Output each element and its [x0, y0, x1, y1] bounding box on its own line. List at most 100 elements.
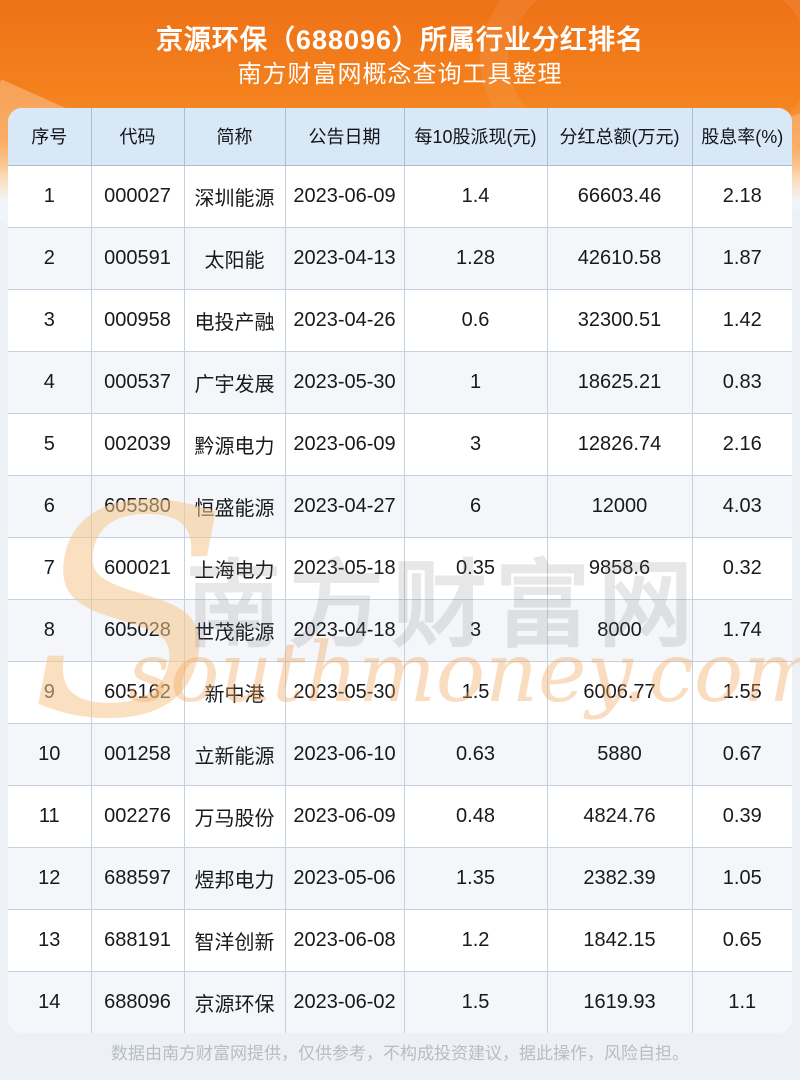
table-cell: 66603.46: [546, 164, 693, 228]
table-cell: 1: [8, 164, 92, 228]
table-cell: 2023-04-26: [284, 288, 405, 352]
table-cell: 0.39: [691, 784, 792, 848]
table-cell: 2: [8, 226, 92, 290]
table-cell: 2023-06-02: [284, 970, 405, 1033]
table-cell: 深圳能源: [183, 164, 286, 228]
table-cell: 2023-06-09: [284, 164, 405, 228]
table-cell: 12000: [546, 474, 693, 538]
table-cell: 32300.51: [546, 288, 693, 352]
table-cell: 0.65: [691, 908, 792, 972]
table-cell: 2023-06-09: [284, 412, 405, 476]
table-cell: 0.83: [691, 350, 792, 414]
table-cell: 1.87: [691, 226, 792, 290]
table-cell: 0.35: [403, 536, 548, 600]
table-cell: 000537: [90, 350, 185, 414]
table-cell: 1.5: [403, 970, 548, 1033]
table-cell: 1: [403, 350, 548, 414]
page: 京源环保（688096）所属行业分红排名 南方财富网概念查询工具整理 序号 代码简…: [0, 0, 800, 1080]
header-banner: 京源环保（688096）所属行业分红排名 南方财富网概念查询工具整理: [0, 0, 800, 108]
table-row: 1 000027 深圳能源 2023-06-09 1.4 66603.46 2.18: [8, 164, 792, 228]
table-cell: 黔源电力: [183, 412, 286, 476]
table-cell: 605028: [90, 598, 185, 662]
table-cell: 2023-05-06: [284, 846, 405, 910]
table-cell: 恒盛能源: [183, 474, 286, 538]
table-row: 2 000591 太阳能 2023-04-13 1.28 42610.58 1.87: [8, 226, 792, 290]
table-cell: 0.63: [403, 722, 548, 786]
table-cell: 广宇发展: [183, 350, 286, 414]
table-cell: 42610.58: [546, 226, 693, 290]
table-cell: 智洋创新: [183, 908, 286, 972]
table-cell: 10: [8, 722, 92, 786]
table-cell: 立新能源: [183, 722, 286, 786]
table-cell: 14: [8, 970, 92, 1033]
table-cell: 4824.76: [546, 784, 693, 848]
table-cell: 605580: [90, 474, 185, 538]
page-subtitle: 南方财富网概念查询工具整理: [237, 61, 563, 88]
table-cell: 3: [403, 598, 548, 662]
table-cell: 605162: [90, 660, 185, 724]
table-cell: 000591: [90, 226, 185, 290]
table-cell: 1.55: [691, 660, 792, 724]
table-cell: 6006.77: [546, 660, 693, 724]
table-cell: 电投产融: [183, 288, 286, 352]
table-header: 序号 代码 简称 公告日期 每10股派现(元) 分红总额(万元) 股息率(%): [8, 108, 792, 166]
table-cell: 1.5: [403, 660, 548, 724]
page-title: 京源环保（688096）所属行业分红排名: [155, 25, 645, 55]
table-cell: 0.32: [691, 536, 792, 600]
table-cell: 13: [8, 908, 92, 972]
table-cell: 上海电力: [183, 536, 286, 600]
table-row: 7 600021 上海电力 2023-05-18 0.35 9858.6 0.32: [8, 536, 792, 600]
table-row: 4 000537 广宇发展 2023-05-30 1 18625.21 0.83: [8, 350, 792, 414]
column-header-0: 序号: [8, 108, 92, 166]
table-cell: 1.28: [403, 226, 548, 290]
column-header-3: 公告日期: [284, 108, 405, 166]
column-header-4: 每10股派现(元): [403, 108, 548, 166]
table-cell: 8: [8, 598, 92, 662]
table-cell: 4.03: [691, 474, 792, 538]
table-cell: 6: [8, 474, 92, 538]
table-row: 3 000958 电投产融 2023-04-26 0.6 32300.51 1.42: [8, 288, 792, 352]
table-cell: 2382.39: [546, 846, 693, 910]
dividend-ranking-table: 序号 代码 简称 公告日期 每10股派现(元) 分红总额(万元) 股息率(%) 1 00002…: [8, 108, 792, 1033]
table-cell: 6: [403, 474, 548, 538]
column-header-5: 分红总额(万元): [546, 108, 693, 166]
table-cell: 5880: [546, 722, 693, 786]
table-cell: 2023-05-18: [284, 536, 405, 600]
table-cell: 2023-04-18: [284, 598, 405, 662]
table-cell: 8000: [546, 598, 693, 662]
table-cell: 3: [403, 412, 548, 476]
table-header-row: 序号 代码 简称 公告日期 每10股派现(元) 分红总额(万元) 股息率(%): [8, 108, 792, 166]
table-cell: 2023-05-30: [284, 350, 405, 414]
table-cell: 2023-06-08: [284, 908, 405, 972]
table-row: 9 605162 新中港 2023-05-30 1.5 6006.77 1.55: [8, 660, 792, 724]
table-cell: 9: [8, 660, 92, 724]
disclaimer-text: 数据由南方财富网提供，仅供参考，不构成投资建议，据此操作，风险自担。: [111, 1044, 689, 1063]
table-cell: 688597: [90, 846, 185, 910]
table-cell: 1842.15: [546, 908, 693, 972]
column-header-2: 简称: [183, 108, 286, 166]
table-cell: 002276: [90, 784, 185, 848]
table-cell: 万马股份: [183, 784, 286, 848]
table-row: 10 001258 立新能源 2023-06-10 0.63 5880 0.67: [8, 722, 792, 786]
table-cell: 12: [8, 846, 92, 910]
table-cell: 0.6: [403, 288, 548, 352]
dividend-ranking-table-card: 序号 代码 简称 公告日期 每10股派现(元) 分红总额(万元) 股息率(%) 1 00002…: [8, 108, 792, 1033]
table-cell: 4: [8, 350, 92, 414]
column-header-1: 代码: [90, 108, 185, 166]
table-cell: 煜邦电力: [183, 846, 286, 910]
table-cell: 12826.74: [546, 412, 693, 476]
table-cell: 2023-05-30: [284, 660, 405, 724]
table-cell: 688096: [90, 970, 185, 1033]
table-cell: 1.74: [691, 598, 792, 662]
table-row: 11 002276 万马股份 2023-06-09 0.48 4824.76 0.39: [8, 784, 792, 848]
table-cell: 新中港: [183, 660, 286, 724]
table-row: 6 605580 恒盛能源 2023-04-27 6 12000 4.03: [8, 474, 792, 538]
table-cell: 5: [8, 412, 92, 476]
table-cell: 1.2: [403, 908, 548, 972]
table-cell: 001258: [90, 722, 185, 786]
table-cell: 600021: [90, 536, 185, 600]
table-cell: 1.4: [403, 164, 548, 228]
table-row: 14 688096 京源环保 2023-06-02 1.5 1619.93 1.1: [8, 970, 792, 1033]
table-cell: 688191: [90, 908, 185, 972]
table-cell: 2023-06-09: [284, 784, 405, 848]
